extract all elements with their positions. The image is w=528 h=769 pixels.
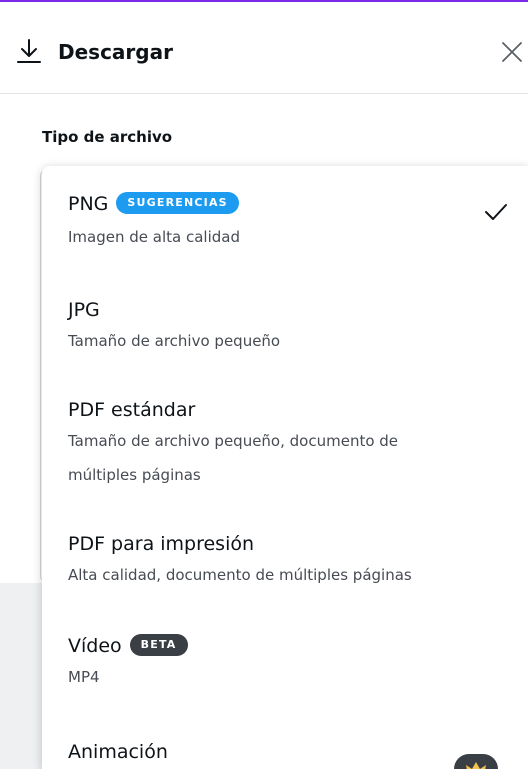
close-icon[interactable] <box>501 41 523 63</box>
option-title: Vídeo <box>68 635 122 657</box>
option-description: MP4 <box>68 668 100 686</box>
option-description: Alta calidad, documento de múltiples pág… <box>68 566 412 584</box>
option-jpg[interactable]: JPG Tamaño de archivo pequeño <box>42 278 528 378</box>
option-pdf-standard[interactable]: PDF estándar Tamaño de archivo pequeño, … <box>42 378 528 508</box>
file-type-label: Tipo de archivo <box>42 128 173 146</box>
option-description-line-2: múltiples páginas <box>68 466 201 484</box>
recommended-badge: SUGERENCIAS <box>116 191 239 214</box>
option-title: Animación <box>68 741 168 763</box>
option-png[interactable]: PNG SUGERENCIAS Imagen de alta calidad <box>42 166 528 278</box>
option-title: PDF para impresión <box>68 533 255 555</box>
download-header: Descargar <box>0 2 528 94</box>
option-title: PNG <box>68 193 109 215</box>
option-description-line-1: Tamaño de archivo pequeño, documento de <box>68 432 399 450</box>
option-video[interactable]: Vídeo BETA MP4 <box>42 608 528 708</box>
file-type-dropdown: PNG SUGERENCIAS Imagen de alta calidad JP… <box>42 166 528 769</box>
download-icon <box>17 39 41 63</box>
premium-badge <box>454 754 498 769</box>
option-title: PDF estándar <box>68 399 196 421</box>
option-description: Imagen de alta calidad <box>68 228 240 246</box>
option-description: Tamaño de archivo pequeño <box>68 332 281 350</box>
checkmark-icon <box>485 204 507 220</box>
option-title: JPG <box>68 299 100 321</box>
page-title: Descargar <box>58 40 173 64</box>
beta-badge: BETA <box>129 633 188 656</box>
option-pdf-print[interactable]: PDF para impresión Alta calidad, documen… <box>42 508 528 608</box>
crown-icon <box>466 762 486 769</box>
